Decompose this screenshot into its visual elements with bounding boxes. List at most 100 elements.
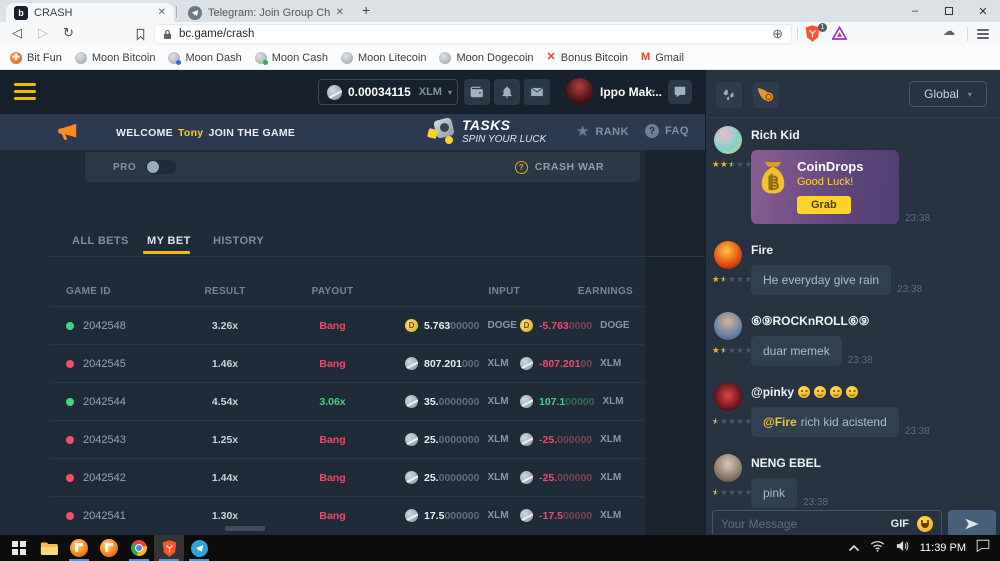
grab-button[interactable]: Grab xyxy=(797,196,851,214)
bookmark-moon-dash[interactable]: Moon Dash xyxy=(168,52,241,64)
taskbar-app-button[interactable] xyxy=(94,535,124,561)
window-minimize-button[interactable]: – xyxy=(898,0,932,22)
message-time: 23:38 xyxy=(803,497,828,508)
notifications-button[interactable] xyxy=(494,79,520,105)
payout-value: 3.06x xyxy=(260,396,405,408)
brave-shield-icon[interactable]: 1 xyxy=(805,25,825,43)
chat-message: ★★★★★★★★★★ ⑥⑨ROCKnROLL⑥⑨ duar memek 23:3… xyxy=(714,312,995,366)
pro-toggle[interactable] xyxy=(146,160,176,174)
chat-username[interactable]: Fire xyxy=(751,243,995,257)
address-bar[interactable]: bc.game/crash ⊕ xyxy=(154,24,792,44)
star-icon: ★ xyxy=(576,124,589,139)
window-close-button[interactable]: ✕ xyxy=(966,0,1000,22)
messages-button[interactable] xyxy=(524,79,550,105)
avatar[interactable] xyxy=(714,241,742,269)
avatar[interactable] xyxy=(714,312,742,340)
amount-dim: 000000 xyxy=(444,510,479,522)
browser-menu-icon[interactable] xyxy=(977,29,989,39)
currency-label: XLM xyxy=(602,396,633,407)
bookmark-moon-litecoin[interactable]: Moon Litecoin xyxy=(341,52,427,64)
chat-toggle-button[interactable] xyxy=(668,80,692,104)
faq-link[interactable]: ? FAQ xyxy=(645,124,689,138)
bookmark-bonus-bitcoin[interactable]: ✕Bonus Bitcoin xyxy=(547,52,628,64)
tab-close-icon[interactable]: ✕ xyxy=(158,7,166,18)
tab-telegram[interactable]: Telegram: Join Group Chat ✕ xyxy=(180,3,352,22)
amount-dim: 00000 xyxy=(563,510,592,522)
rain-button[interactable] xyxy=(716,82,742,108)
rank-link[interactable]: ★ RANK xyxy=(576,124,629,139)
action-center-icon[interactable] xyxy=(976,539,990,557)
bookmark-bitfun[interactable]: ✚Bit Fun xyxy=(10,52,62,64)
taskbar-app-button[interactable] xyxy=(64,535,94,561)
avatar[interactable] xyxy=(714,126,742,154)
toolbar-separator xyxy=(967,27,968,41)
chat-username[interactable]: NENG EBEL xyxy=(751,456,995,470)
balance-dropdown[interactable]: 0.00034115 XLM ▾ xyxy=(318,79,458,105)
window-maximize-button[interactable] xyxy=(932,0,966,22)
gif-button[interactable]: GIF xyxy=(891,518,909,530)
chat-region-dropdown[interactable]: Global ▾ xyxy=(909,81,987,107)
tab-history[interactable]: HISTORY xyxy=(213,235,264,247)
tab-all-bets[interactable]: ALL BETS xyxy=(72,235,129,247)
send-button[interactable] xyxy=(948,510,996,537)
avatar[interactable] xyxy=(714,383,742,411)
tab-crash[interactable]: b CRASH ✕ xyxy=(6,3,174,22)
chat-message: ★★★★★★★★★★ Rich Kid CoinDrops Good Luck!… xyxy=(714,126,995,224)
result-value: 1.25x xyxy=(190,434,260,446)
send-to-device-icon[interactable]: ⊕ xyxy=(772,26,783,42)
coindrop-card: CoinDrops Good Luck! Grab xyxy=(751,150,899,224)
scrollbar-thumb[interactable] xyxy=(225,526,265,531)
brave-button[interactable] xyxy=(154,535,184,561)
user-avatar[interactable] xyxy=(566,78,593,105)
xlm-coin-icon xyxy=(405,433,418,446)
profile-cloud-icon[interactable]: ☁ xyxy=(943,24,955,38)
toolbar-separator xyxy=(797,27,798,41)
tab-close-icon[interactable]: ✕ xyxy=(336,7,344,18)
bookmark-icon[interactable] xyxy=(135,28,146,46)
bitfun-icon: ✚ xyxy=(10,52,22,64)
chat-username[interactable]: Rich Kid xyxy=(751,128,995,142)
chat-username[interactable]: ⑥⑨ROCKnROLL⑥⑨ xyxy=(751,314,995,328)
chat-message-input[interactable] xyxy=(721,517,883,531)
chevron-down-icon[interactable]: ▾ xyxy=(651,87,655,96)
bookmark-gmail[interactable]: MGmail xyxy=(641,52,684,64)
volume-icon[interactable] xyxy=(895,539,910,557)
tasks-dice-icon[interactable] xyxy=(428,119,456,145)
star-rating: ★★★★★★★★★★ xyxy=(712,159,753,170)
tasks-link[interactable]: TASKS SPIN YOUR LUCK xyxy=(462,117,546,145)
crash-war-link[interactable]: ? CRASH WAR xyxy=(515,161,604,174)
fireball-icon xyxy=(757,87,775,103)
wallet-button[interactable] xyxy=(464,79,490,105)
chrome-button[interactable] xyxy=(124,535,154,561)
shield-badge: 1 xyxy=(818,23,827,32)
chat-input-box[interactable]: GIF xyxy=(712,510,942,537)
currency-label: XLM xyxy=(600,434,633,445)
file-explorer-button[interactable] xyxy=(34,535,64,561)
xlm-coin-icon xyxy=(520,433,533,446)
forward-button[interactable]: ▷ xyxy=(38,25,48,41)
tab-my-bet[interactable]: MY BET xyxy=(147,235,191,247)
chat-username[interactable]: @pinky xyxy=(751,385,995,399)
amount-dim: 000000 xyxy=(557,434,592,446)
new-tab-button[interactable]: + xyxy=(362,2,370,18)
back-button[interactable]: ◁ xyxy=(12,25,22,41)
currency-label: XLM xyxy=(488,396,521,407)
clock[interactable]: 11:39 PM xyxy=(920,542,966,554)
amount-dim: 0000000 xyxy=(439,434,480,446)
payout-value: Bang xyxy=(260,472,405,484)
bookmark-moon-bitcoin[interactable]: Moon Bitcoin xyxy=(75,52,156,64)
reload-button[interactable]: ↻ xyxy=(63,25,74,41)
avatar[interactable] xyxy=(714,454,742,482)
balance-amount: 0.00034115 xyxy=(348,85,411,99)
telegram-button[interactable] xyxy=(184,535,214,561)
extension-triangle-icon[interactable] xyxy=(832,26,847,45)
tray-chevron-icon[interactable] xyxy=(848,539,860,557)
start-button[interactable] xyxy=(4,535,34,561)
emoji-picker-icon[interactable] xyxy=(917,516,933,532)
bookmark-moon-cash[interactable]: Moon Cash xyxy=(255,52,328,64)
bookmark-moon-dogecoin[interactable]: Moon Dogecoin xyxy=(439,52,533,64)
chat-region-label: Global xyxy=(924,87,959,101)
hamburger-menu-icon[interactable] xyxy=(14,83,36,100)
wifi-icon[interactable] xyxy=(870,539,885,557)
coindrop-button[interactable] xyxy=(753,82,779,108)
